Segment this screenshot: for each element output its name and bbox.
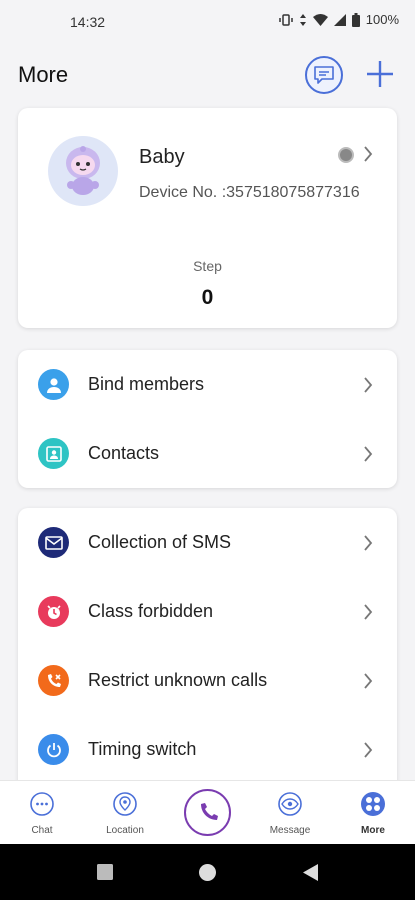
header: More: [0, 52, 415, 100]
step-count: 0: [201, 286, 214, 309]
battery-percent: 100%: [365, 12, 399, 27]
location-pin-icon: [113, 792, 137, 816]
nav-label: Location: [106, 825, 144, 836]
chevron-right-icon: [364, 446, 373, 462]
recents-square-icon[interactable]: [96, 863, 114, 881]
contacts-card-icon: [38, 438, 69, 469]
menu-item-label: Class forbidden: [88, 601, 214, 621]
nav-more[interactable]: More: [333, 781, 413, 845]
nav-label: More: [361, 825, 385, 836]
menu-item-label: Contacts: [88, 443, 160, 463]
menu-group-settings: Collection of SMS Class forbidden Restri…: [18, 508, 397, 784]
menu-item-label: Bind members: [88, 374, 205, 394]
status-time: 14:32: [70, 14, 106, 30]
chevron-right-icon: [364, 673, 373, 689]
device-profile-card[interactable]: Baby Device No. :357518075877316 Step 0: [18, 108, 397, 328]
chevron-right-icon: [364, 377, 373, 393]
chevron-right-icon: [364, 535, 373, 551]
add-device-button[interactable]: [362, 56, 398, 92]
chat-button[interactable]: [305, 56, 343, 94]
page-title: More: [18, 62, 69, 87]
power-icon: [38, 734, 69, 765]
phone-icon: [200, 802, 218, 820]
bottom-navigation: Chat Location Message More: [0, 780, 415, 844]
step-label: Step: [193, 258, 222, 274]
nav-location[interactable]: Location: [85, 781, 165, 845]
vibrate-icon: [279, 13, 293, 26]
alarm-icon: [38, 596, 69, 627]
message-bubble-icon: [314, 66, 334, 84]
call-button[interactable]: [184, 789, 231, 836]
menu-group-members: Bind members Contacts: [18, 350, 397, 488]
eye-icon: [278, 792, 302, 816]
baby-astronaut-avatar-icon: [66, 146, 100, 195]
chevron-right-icon: [364, 146, 373, 162]
back-triangle-icon[interactable]: [302, 863, 319, 882]
chevron-right-icon: [364, 604, 373, 620]
chat-bubble-icon: [30, 792, 54, 816]
envelope-icon: [38, 527, 69, 558]
person-icon: [38, 369, 69, 400]
battery-icon: [351, 12, 360, 27]
signal-icon: [333, 13, 346, 26]
device-number: Device No. :357518075877316: [139, 184, 360, 201]
system-navigation-bar: [0, 844, 415, 900]
device-name: Baby: [139, 146, 185, 168]
menu-item-class-forbidden[interactable]: Class forbidden: [18, 577, 397, 646]
menu-item-label: Timing switch: [88, 739, 197, 759]
menu-item-bind-members[interactable]: Bind members: [18, 350, 397, 419]
menu-item-label: Restrict unknown calls: [88, 670, 268, 690]
nav-label: Message: [269, 825, 311, 836]
wifi-icon: [312, 13, 328, 26]
phone-blocked-icon: [38, 665, 69, 696]
status-icons: 100%: [279, 12, 399, 27]
nav-label: Chat: [31, 825, 53, 836]
status-bar: 14:32 100%: [0, 0, 415, 44]
home-circle-icon[interactable]: [198, 863, 217, 882]
more-grid-icon: [361, 792, 385, 816]
nav-message[interactable]: Message: [250, 781, 330, 845]
menu-item-collection-of-sms[interactable]: Collection of SMS: [18, 508, 397, 577]
data-arrows-icon: [299, 13, 306, 26]
avatar: [48, 136, 118, 206]
plus-icon: [367, 61, 393, 87]
menu-item-restrict-unknown-calls[interactable]: Restrict unknown calls: [18, 646, 397, 715]
menu-item-timing-switch[interactable]: Timing switch: [18, 715, 397, 784]
chevron-right-icon: [364, 742, 373, 758]
menu-item-label: Collection of SMS: [88, 532, 232, 552]
nav-chat[interactable]: Chat: [2, 781, 82, 845]
menu-item-contacts[interactable]: Contacts: [18, 419, 397, 488]
device-status-indicator: [338, 147, 354, 163]
